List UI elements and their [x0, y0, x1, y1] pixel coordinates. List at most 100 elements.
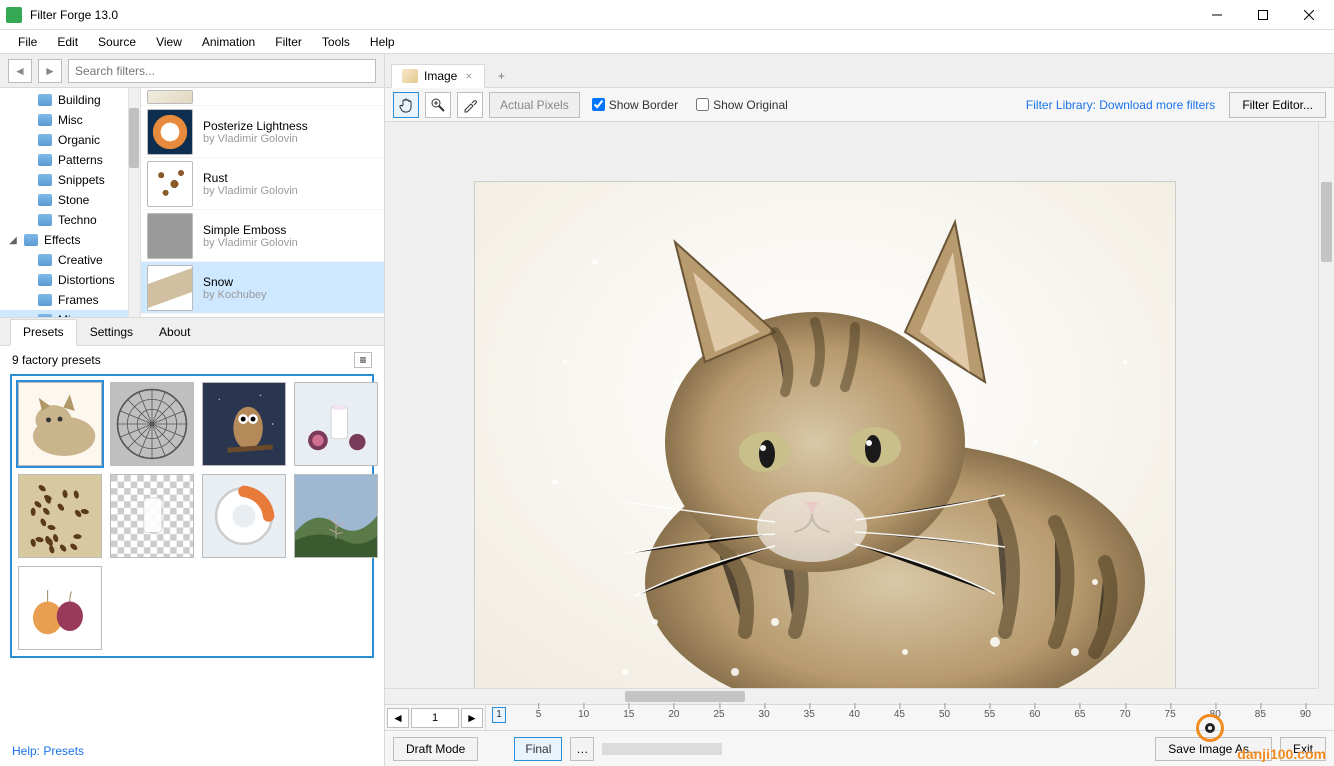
ruler-tick: 60 [1029, 709, 1040, 720]
tree-item[interactable]: Techno [0, 210, 140, 230]
tree-item[interactable]: Organic [0, 130, 140, 150]
canvas-vscrollbar[interactable] [1318, 122, 1334, 688]
tree-item[interactable]: Stone [0, 190, 140, 210]
maximize-button[interactable] [1240, 0, 1286, 30]
tree-scrollbar[interactable] [128, 88, 140, 317]
ruler-tick: 20 [668, 709, 679, 720]
menu-file[interactable]: File [8, 32, 47, 52]
app-icon [6, 7, 22, 23]
filter-item[interactable] [141, 88, 384, 106]
nav-back-button[interactable]: ◄ [8, 59, 32, 83]
tree-item[interactable]: Misc [0, 110, 140, 130]
preset-thumbnail[interactable] [18, 474, 102, 558]
filter-item[interactable]: Posterize Lightnessby Vladimir Golovin [141, 106, 384, 158]
help-link[interactable]: Help: Presets [12, 744, 84, 758]
ruler-tick: 5 [536, 709, 542, 720]
folder-icon [38, 194, 52, 206]
search-input[interactable] [68, 59, 376, 83]
filter-list[interactable]: Posterize Lightnessby Vladimir GolovinRu… [140, 88, 384, 317]
tree-item-label: Organic [58, 133, 100, 147]
menu-edit[interactable]: Edit [47, 32, 88, 52]
menu-view[interactable]: View [146, 32, 192, 52]
presets-options-button[interactable]: ≡ [354, 352, 372, 368]
filter-thumbnail [147, 161, 193, 207]
folder-icon [38, 154, 52, 166]
tree-item-label: Snippets [58, 173, 105, 187]
hand-tool-button[interactable] [393, 92, 419, 118]
menu-source[interactable]: Source [88, 32, 146, 52]
nav-forward-button[interactable]: ► [38, 59, 62, 83]
tree-item-label: Frames [58, 293, 99, 307]
menu-filter[interactable]: Filter [265, 32, 312, 52]
ruler-tick: 10 [578, 709, 589, 720]
tab-about[interactable]: About [146, 319, 203, 345]
folder-icon [38, 274, 52, 286]
tab-settings[interactable]: Settings [77, 319, 146, 345]
filter-item[interactable]: Snowby Kochubey [141, 262, 384, 314]
tab-close-icon[interactable]: × [463, 69, 474, 83]
minimize-button[interactable] [1194, 0, 1240, 30]
ruler-tick: 25 [713, 709, 724, 720]
frame-input[interactable] [411, 708, 459, 728]
preset-thumbnail[interactable] [110, 382, 194, 466]
folder-icon [38, 174, 52, 186]
draft-mode-button[interactable]: Draft Mode [393, 737, 478, 761]
menu-help[interactable]: Help [360, 32, 405, 52]
show-original-checkbox[interactable]: Show Original [690, 98, 794, 112]
zoom-tool-button[interactable] [425, 92, 451, 118]
filter-library-link[interactable]: Filter Library: Download more filters [1018, 98, 1223, 112]
new-tab-button[interactable]: + [489, 65, 513, 87]
actual-pixels-button[interactable]: Actual Pixels [489, 92, 580, 118]
filter-item[interactable]: Simple Embossby Vladimir Golovin [141, 210, 384, 262]
tree-item-label: Patterns [58, 153, 103, 167]
tree-item[interactable]: Patterns [0, 150, 140, 170]
tree-item[interactable]: Distortions [0, 270, 140, 290]
tab-presets[interactable]: Presets [10, 319, 77, 346]
window-title: Filter Forge 13.0 [30, 8, 1194, 22]
timeline: ◄ ► 1 5101520253035404550556065707580859… [385, 704, 1334, 730]
final-options-button[interactable]: … [570, 737, 594, 761]
panel-tabs: Presets Settings About [0, 318, 384, 346]
tree-item-label: Building [58, 93, 101, 107]
canvas-area[interactable] [385, 122, 1334, 704]
frame-prev-button[interactable]: ◄ [387, 708, 409, 728]
presets-count-label: 9 factory presets [12, 353, 101, 367]
tree-item[interactable]: Misc [0, 310, 140, 317]
close-button[interactable] [1286, 0, 1332, 30]
menu-tools[interactable]: Tools [312, 32, 360, 52]
eyedropper-tool-button[interactable] [457, 92, 483, 118]
show-border-checkbox[interactable]: Show Border [586, 98, 684, 112]
filter-author: by Vladimir Golovin [203, 185, 298, 197]
final-button[interactable]: Final [514, 737, 562, 761]
tree-item-label: Misc [58, 313, 83, 317]
preset-thumbnail[interactable] [202, 474, 286, 558]
filter-thumbnail [147, 90, 193, 104]
filter-item[interactable]: Rustby Vladimir Golovin [141, 158, 384, 210]
menu-animation[interactable]: Animation [192, 32, 265, 52]
folder-icon [38, 94, 52, 106]
frame-next-button[interactable]: ► [461, 708, 483, 728]
filter-name: Posterize Lightness [203, 119, 308, 133]
filter-editor-button[interactable]: Filter Editor... [1229, 92, 1326, 118]
tree-item[interactable]: Creative [0, 250, 140, 270]
preset-thumbnail[interactable] [110, 474, 194, 558]
preset-thumbnail[interactable] [18, 566, 102, 650]
tree-item[interactable]: Frames [0, 290, 140, 310]
preset-thumbnail[interactable] [294, 474, 378, 558]
category-tree[interactable]: Building Misc Organic Patterns Snippets Stone… [0, 88, 140, 317]
timeline-marker[interactable]: 1 [492, 707, 506, 723]
preset-thumbnail[interactable] [294, 382, 378, 466]
preset-thumbnail[interactable] [18, 382, 102, 466]
tree-item-label: Effects [44, 233, 80, 247]
filter-author: by Vladimir Golovin [203, 133, 308, 145]
tree-item[interactable]: Snippets [0, 170, 140, 190]
preview-image [475, 182, 1175, 704]
document-tab[interactable]: Image × [391, 64, 485, 88]
tree-item[interactable]: ◢Effects [0, 230, 140, 250]
progress-bar [602, 743, 722, 755]
canvas-hscrollbar[interactable] [385, 688, 1318, 704]
tree-item[interactable]: Building [0, 90, 140, 110]
exit-button[interactable]: Exit [1280, 737, 1326, 761]
preset-thumbnail[interactable] [202, 382, 286, 466]
filter-name: Rust [203, 171, 298, 185]
